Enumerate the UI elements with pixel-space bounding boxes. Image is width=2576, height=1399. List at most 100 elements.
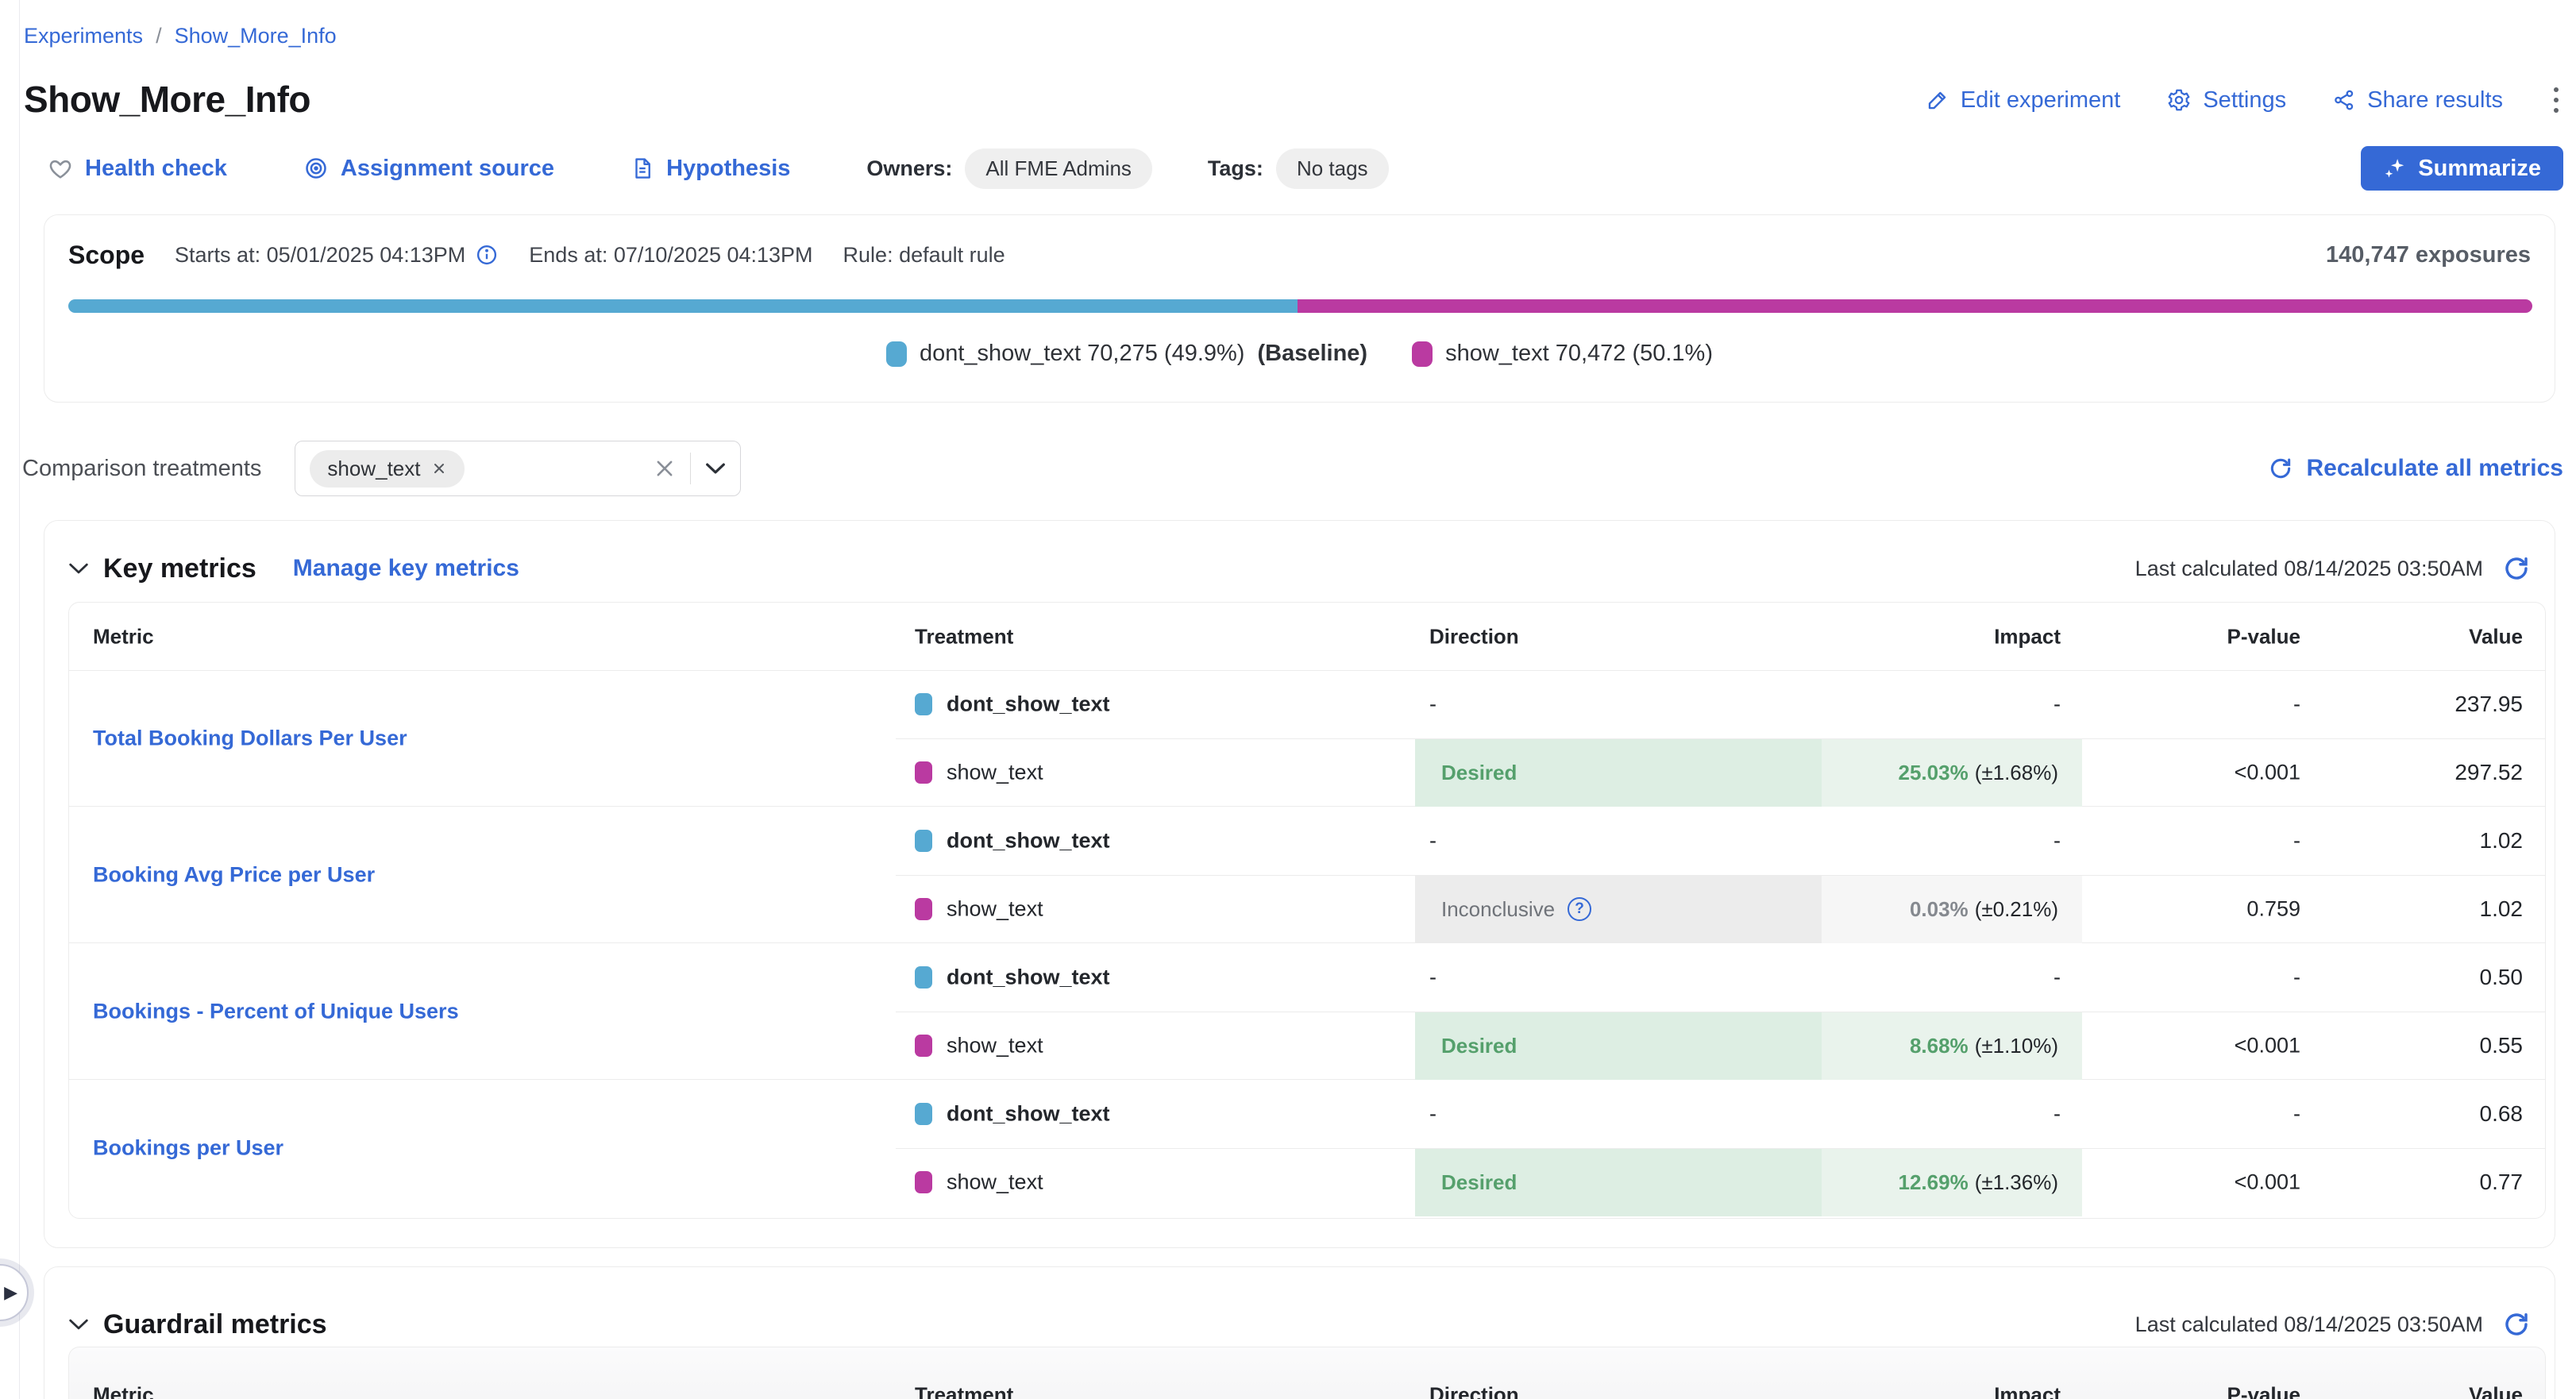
column-header-pvalue: P-value bbox=[2227, 624, 2301, 649]
document-icon bbox=[631, 156, 654, 181]
tab-assignment-source[interactable]: Assignment source bbox=[303, 156, 554, 182]
chip-remove-icon[interactable] bbox=[431, 461, 447, 476]
key-metrics-header: Key metrics Manage key metrics Last calc… bbox=[68, 551, 2531, 586]
breadcrumb: Experiments / Show_More_Info bbox=[24, 24, 337, 48]
legend-label: dont_show_text 70,275 (49.9%) bbox=[920, 341, 1245, 367]
comparison-treatments-select[interactable]: show_text bbox=[295, 441, 741, 496]
impact-value: 12.69% bbox=[1899, 1170, 1969, 1195]
tab-label: Assignment source bbox=[341, 156, 554, 182]
page-title: Show_More_Info bbox=[24, 78, 310, 121]
guardrail-metrics-table: MetricTreatmentDirectionImpactP-valueVal… bbox=[68, 1347, 2546, 1399]
target-icon bbox=[303, 156, 329, 181]
tab-label: Hypothesis bbox=[666, 156, 790, 182]
gear-icon bbox=[2166, 87, 2192, 113]
column-header-direction: Direction bbox=[1429, 1383, 1519, 1399]
treatment-swatch bbox=[915, 693, 932, 715]
direction-label: Desired bbox=[1441, 1034, 1517, 1058]
summarize-label: Summarize bbox=[2418, 156, 2541, 182]
direction-label: Inconclusive bbox=[1441, 897, 1555, 922]
value-cell: 1.02 bbox=[2480, 896, 2524, 922]
value-cell: 1.02 bbox=[2480, 828, 2524, 854]
chevron-down-icon[interactable] bbox=[705, 462, 726, 475]
header-actions: Edit experiment Settings Share results bbox=[1926, 81, 2563, 119]
impact-cell: 0.03%(±0.21%) bbox=[1822, 875, 2082, 943]
impact-cell: 12.69%(±1.36%) bbox=[1822, 1148, 2082, 1216]
treatment-label: show_text bbox=[947, 1034, 1043, 1058]
guardrail-header: Guardrail metrics Last calculated 08/14/… bbox=[68, 1307, 2531, 1342]
share-icon bbox=[2332, 88, 2356, 112]
direction-cell: Inconclusive? bbox=[1415, 875, 1822, 943]
row-divider bbox=[896, 738, 2545, 739]
value-cell: 0.77 bbox=[2480, 1170, 2524, 1195]
impact-cell: - bbox=[2053, 829, 2061, 854]
direction-label: Desired bbox=[1441, 1170, 1517, 1195]
pencil-icon bbox=[1926, 88, 1949, 112]
key-metrics-table: MetricTreatmentDirectionImpactP-valueVal… bbox=[68, 602, 2546, 1219]
select-clear-icon[interactable] bbox=[654, 457, 676, 480]
value-cell: 297.52 bbox=[2455, 760, 2523, 785]
tab-health-check[interactable]: Health check bbox=[48, 156, 227, 182]
table-header-row: MetricTreatmentDirectionImpactP-valueVal… bbox=[69, 1371, 2545, 1399]
share-results-button[interactable]: Share results bbox=[2332, 87, 2503, 114]
direction-cell: - bbox=[1429, 965, 1436, 990]
collapse-chevron-icon[interactable] bbox=[68, 562, 89, 575]
legend-item: dont_show_text 70,275 (49.9%) (Baseline) bbox=[886, 341, 1367, 367]
row-divider bbox=[896, 875, 2545, 876]
breadcrumb-current[interactable]: Show_More_Info bbox=[175, 24, 337, 48]
last-calculated-text: Last calculated 08/14/2025 03:50AM bbox=[2135, 557, 2483, 581]
allocation-legend: dont_show_text 70,275 (49.9%) (Baseline) s… bbox=[44, 341, 2555, 367]
settings-button[interactable]: Settings bbox=[2166, 87, 2286, 114]
column-header-treatment: Treatment bbox=[915, 624, 1013, 649]
help-icon[interactable]: ? bbox=[1568, 897, 1591, 921]
collapse-chevron-icon[interactable] bbox=[68, 1318, 89, 1331]
last-calculated-text: Last calculated 08/14/2025 03:50AM bbox=[2135, 1312, 2483, 1337]
legend-item: show_text 70,472 (50.1%) bbox=[1412, 341, 1713, 367]
treatment-label: dont_show_text bbox=[947, 692, 1110, 717]
table-row: dont_show_text---0.50 bbox=[69, 943, 2545, 1012]
impact-value: 25.03% bbox=[1899, 761, 1969, 785]
edit-experiment-button[interactable]: Edit experiment bbox=[1926, 87, 2121, 114]
impact-cell: 25.03%(±1.68%) bbox=[1822, 738, 2082, 807]
treatment-swatch bbox=[915, 898, 932, 920]
treatment-swatch bbox=[915, 1035, 932, 1057]
refresh-icon[interactable] bbox=[2502, 554, 2531, 583]
column-header-value: Value bbox=[2469, 1383, 2523, 1399]
owners-pill[interactable]: All FME Admins bbox=[965, 148, 1152, 189]
breadcrumb-separator: / bbox=[156, 24, 162, 48]
column-header-value: Value bbox=[2469, 624, 2523, 649]
scope-starts-at: Starts at: 05/01/2025 04:13PM bbox=[175, 243, 499, 268]
key-metrics-title: Key metrics bbox=[103, 553, 256, 584]
tab-label: Health check bbox=[85, 156, 227, 182]
impact-cell: 8.68%(±1.10%) bbox=[1822, 1012, 2082, 1080]
value-cell: 0.50 bbox=[2480, 965, 2524, 990]
scope-rule: Rule: default rule bbox=[843, 243, 1005, 268]
legend-baseline-tag: (Baseline) bbox=[1257, 341, 1367, 367]
sidebar-expand-button[interactable]: ▶ bbox=[0, 1264, 29, 1321]
table-header-row: MetricTreatmentDirectionImpactP-valueVal… bbox=[69, 603, 2545, 671]
breadcrumb-experiments[interactable]: Experiments bbox=[24, 24, 143, 48]
comparison-treatments-label: Comparison treatments bbox=[22, 456, 261, 482]
settings-label: Settings bbox=[2203, 87, 2286, 114]
manage-key-metrics-link[interactable]: Manage key metrics bbox=[293, 555, 519, 582]
key-metrics-card: Key metrics Manage key metrics Last calc… bbox=[44, 520, 2555, 1248]
recalculate-all-metrics-button[interactable]: Recalculate all metrics bbox=[2268, 455, 2563, 482]
treatment-chip[interactable]: show_text bbox=[310, 450, 465, 488]
direction-cell: Desired bbox=[1415, 738, 1822, 807]
allocation-bar bbox=[68, 299, 2532, 313]
table-row: dont_show_text---0.68 bbox=[69, 1080, 2545, 1148]
scope-ends-at: Ends at: 07/10/2025 04:13PM bbox=[529, 243, 812, 268]
more-options-button[interactable] bbox=[2549, 83, 2563, 118]
guardrail-metrics-card: Guardrail metrics Last calculated 08/14/… bbox=[44, 1266, 2555, 1399]
value-cell: 0.55 bbox=[2480, 1033, 2524, 1058]
direction-cell: Desired bbox=[1415, 1148, 1822, 1216]
legend-swatch bbox=[1412, 341, 1433, 367]
tab-hypothesis[interactable]: Hypothesis bbox=[631, 156, 790, 182]
info-icon[interactable] bbox=[475, 243, 499, 267]
treatment-bar-segment bbox=[1298, 299, 2532, 313]
column-header-metric: Metric bbox=[93, 1383, 154, 1399]
refresh-icon[interactable] bbox=[2502, 1310, 2531, 1339]
impact-value: 8.68% bbox=[1910, 1034, 1969, 1058]
impact-ci: (±0.21%) bbox=[1975, 897, 2058, 922]
direction-label: Desired bbox=[1441, 761, 1517, 785]
summarize-button[interactable]: Summarize bbox=[2361, 146, 2563, 191]
